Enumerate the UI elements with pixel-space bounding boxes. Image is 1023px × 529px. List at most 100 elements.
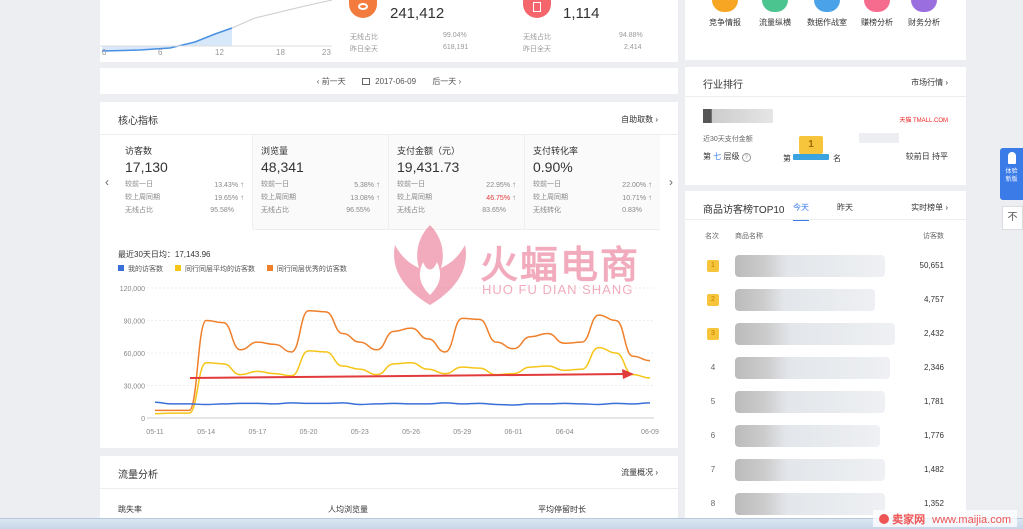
metric1-row2-value: 618,191 [443, 44, 469, 51]
next-day-link[interactable]: 后一天 › [432, 77, 461, 86]
rank-post: 名 [833, 154, 841, 163]
mini-x-tick: 23 [322, 48, 331, 57]
rank-badge: 3 [707, 328, 719, 340]
mini-x-tick: 18 [276, 48, 285, 57]
x-tick-label: 05-26 [402, 429, 420, 436]
level-label: 第 七 层级 ? [703, 151, 751, 162]
product-thumbnail-blurred [735, 289, 875, 311]
traffic-overview-link[interactable]: 流量概况 › [621, 467, 658, 478]
shop-logo-blurred [703, 109, 773, 123]
industry-title: 行业排行 [703, 80, 743, 91]
list-item[interactable]: 7 1,482 [685, 453, 966, 487]
list-item[interactable]: 6 1,776 [685, 419, 966, 453]
traffic-analysis-card: 流量分析 流量概况 › 跳失率 人均浏览量 平均停留时长 [100, 456, 678, 520]
maijia-watermark: 卖家网 www.maijia.com [873, 510, 1017, 527]
rank-display: 第 1 名 [783, 133, 845, 163]
up-arrow-icon: ↑ [240, 180, 244, 189]
metric1-row2-label: 昨日全天 [350, 46, 378, 53]
metric-pageviews[interactable]: 浏览量 48,341 较前一日 5.38% ↑ 较上周同期 13.08% ↑ 无线占… [253, 135, 389, 230]
list-item[interactable]: 3 2,432 [685, 317, 966, 351]
document-icon [523, 0, 551, 18]
mini-x-tick: 6 [158, 48, 163, 57]
war-room-icon [814, 0, 840, 12]
list-item[interactable]: 5 1,781 [685, 385, 966, 419]
tool-label: 竞争情报 [709, 18, 741, 27]
metric2-row2-label: 昨日全天 [523, 46, 551, 53]
metric2-value: 1,114 [563, 5, 600, 22]
eye-icon [349, 0, 377, 18]
experience-new-button[interactable]: 体验新版 [1000, 148, 1023, 200]
calendar-icon [361, 78, 370, 85]
rank-badge: 2 [707, 294, 719, 306]
tools-card: 竞争情报 流量纵横 数据作战室 赚榜分析 财务分析 [685, 0, 966, 60]
up-arrow-icon: ↑ [648, 193, 652, 202]
visitor-count: 1,352 [923, 499, 944, 508]
metric2-row1-value: 94.88% [619, 32, 643, 39]
tool-competition[interactable]: 竞争情报 [705, 0, 745, 28]
rank-badge: 1 [707, 260, 719, 272]
x-tick-label: 05-20 [300, 429, 318, 436]
tool-finance[interactable]: 财务分析 [903, 0, 945, 28]
header-name: 商品名称 [735, 233, 763, 240]
legend-item[interactable]: 同行同层平均的访客数 [174, 265, 255, 273]
rank-number: 6 [710, 431, 716, 440]
series-line [155, 309, 651, 412]
current-date[interactable]: 2017-06-09 [375, 77, 416, 86]
rank-number: 7 [710, 465, 716, 474]
x-tick-label: 05-29 [453, 429, 471, 436]
list-item[interactable]: 2 4,757 [685, 283, 966, 317]
up-arrow-icon: ↑ [648, 180, 652, 189]
legend-item[interactable]: 同行同层优秀的访客数 [266, 265, 347, 273]
legend-item[interactable]: 我的访客数 [118, 265, 163, 273]
x-tick-label: 06-01 [504, 429, 522, 436]
avg-stay-label: 平均停留时长 [538, 505, 586, 514]
market-link[interactable]: 市场行情 › [911, 77, 948, 88]
x-tick-label: 05-17 [248, 429, 266, 436]
x-tick-label: 06-04 [556, 429, 574, 436]
core-metrics-card: 核心指标 自助取数 › ‹ › 访客数 17,130 较前一日 13.43% ↑ … [100, 102, 678, 448]
list-item[interactable]: 4 2,346 [685, 351, 966, 385]
product-thumbnail-blurred [735, 391, 885, 413]
metric2-row2-value: 2,414 [624, 44, 642, 51]
prev-day-link[interactable]: ‹ 前一天 [317, 77, 346, 86]
product-thumbnail-blurred [735, 493, 885, 515]
avg-pageviews-label: 人均浏览量 [328, 505, 368, 514]
payment-blurred [859, 133, 899, 143]
trophy-base [793, 154, 829, 160]
traffic-title: 流量分析 [118, 470, 158, 481]
chevron-right-icon: › [655, 468, 658, 477]
tool-ranking[interactable]: 赚榜分析 [857, 0, 897, 28]
back-to-top-button[interactable]: 不 [1002, 206, 1023, 230]
tool-war-room[interactable]: 数据作战室 [803, 0, 851, 28]
x-tick-label: 05-14 [197, 429, 215, 436]
realtime-list-link[interactable]: 实时榜单 › [911, 202, 948, 213]
up-arrow-icon: ↑ [240, 193, 244, 202]
metric-conversion-rate[interactable]: 支付转化率 0.90% 较前一日 22.00% ↑ 较上周同期 10.71% ↑ 无… [525, 135, 660, 230]
metrics-next-arrow[interactable]: › [669, 175, 673, 189]
back-to-top-label: 不 [1007, 212, 1018, 223]
y-tick-label: 0 [141, 416, 145, 423]
mini-x-tick: 12 [215, 48, 224, 57]
list-item[interactable]: 1 50,651 [685, 249, 966, 283]
visitor-count: 4,757 [923, 295, 944, 304]
tab-yesterday[interactable]: 昨天 [837, 202, 853, 213]
ranking-icon [864, 0, 890, 12]
tool-traffic[interactable]: 流量纵横 [755, 0, 795, 28]
up-arrow-icon: ↑ [376, 193, 380, 202]
y-tick-label: 30,000 [124, 384, 146, 391]
product-thumbnail-blurred [735, 459, 885, 481]
self-service-link[interactable]: 自助取数 › [621, 114, 658, 125]
traffic-icon [762, 0, 788, 12]
finance-icon [911, 0, 937, 12]
metric-visitors[interactable]: 访客数 17,130 较前一日 13.43% ↑ 较上周同期 19.65% ↑ 无线… [117, 135, 253, 230]
x-tick-label: 05-11 [146, 429, 163, 436]
visitor-count: 1,482 [923, 465, 944, 474]
y-tick-label: 90,000 [124, 319, 146, 326]
visitor-count: 2,432 [923, 329, 944, 338]
metrics-prev-arrow[interactable]: ‹ [105, 175, 109, 189]
rank-number: 8 [710, 499, 716, 508]
x-tick-label: 05-23 [351, 429, 369, 436]
metric-payment-amount[interactable]: 支付金额（元） 19,431.73 较前一日 22.95% ↑ 较上周同期 46.7… [389, 135, 525, 230]
help-icon[interactable]: ? [741, 153, 751, 162]
tmall-logo: 天猫 TMALL.COM [899, 118, 948, 124]
